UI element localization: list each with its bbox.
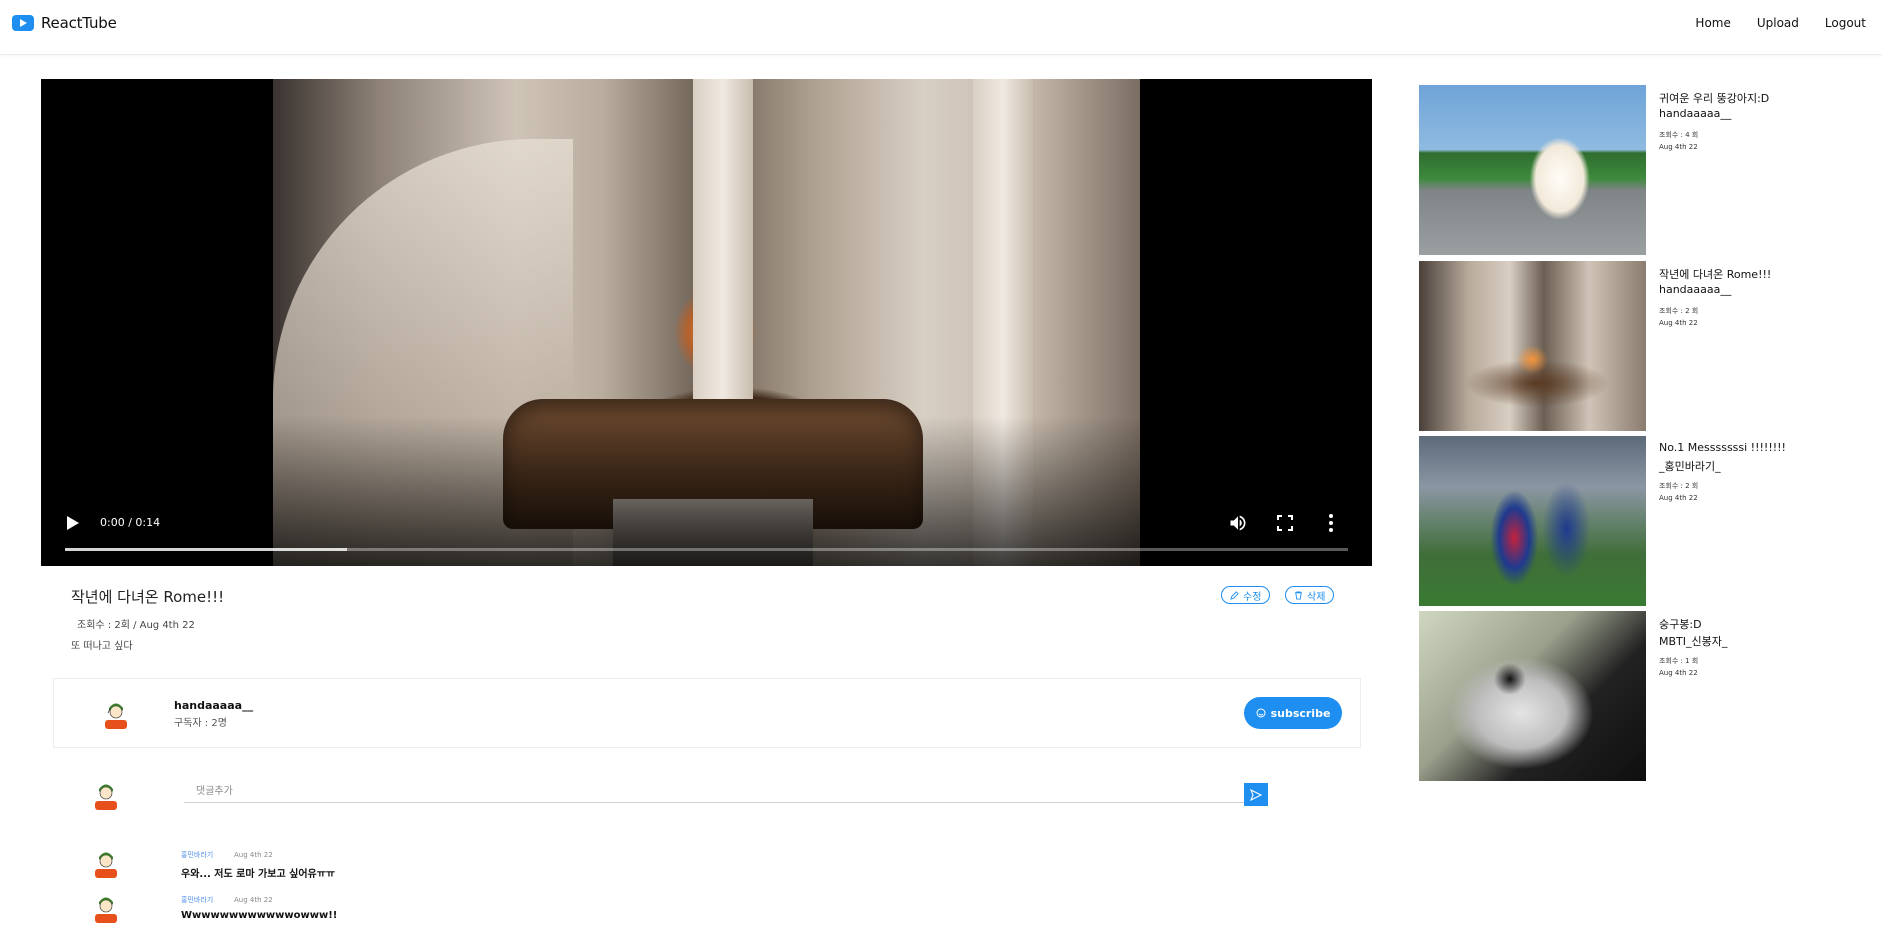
related-video-date: Aug 4th 22 [1659,494,1698,502]
comment-author[interactable]: 홍민바라기 [181,850,213,860]
smile-icon [1256,708,1266,718]
channel-name[interactable]: handaaaaa__ [174,699,253,712]
related-video-title[interactable]: No.1 Messsssssi !!!!!!!! [1659,441,1786,454]
video-thumbnail[interactable] [1419,436,1646,606]
related-video-date: Aug 4th 22 [1659,669,1698,677]
send-comment-button[interactable] [1244,783,1268,806]
subscribe-button[interactable]: subscribe [1244,697,1342,729]
seek-bar[interactable] [65,548,1348,551]
video-description: 또 떠나고 싶다 [71,641,133,652]
related-video-item[interactable]: 숭구봉:D MBTI_신봉자_ 조회수 : 1 회 Aug 4th 22 [1419,611,1882,781]
time-display: 0:00 / 0:14 [100,516,161,529]
comment-date: Aug 4th 22 [234,896,273,904]
app-name: ReactTube [41,14,117,32]
related-video-item[interactable]: 귀여운 우리 뚱강아지:D handaaaaa__ 조회수 : 4 회 Aug … [1419,85,1882,255]
related-video-author: MBTI_신봉자_ [1659,635,1728,648]
related-video-author: _홍민바라기_ [1659,460,1721,473]
related-video-views: 조회수 : 1 회 [1659,657,1699,665]
nav-home-link[interactable]: Home [1695,16,1730,30]
comment-author[interactable]: 홍민바라기 [181,895,213,905]
video-title: 작년에 다녀온 Rome!!! [71,588,225,606]
pencil-icon [1230,590,1239,600]
related-video-author: handaaaaa__ [1659,107,1732,120]
video-thumbnail[interactable] [1419,85,1646,255]
related-video-author: handaaaaa__ [1659,283,1732,296]
channel-card: handaaaaa__ 구독자 : 2명 subscribe [53,678,1361,748]
comment-avatar [95,897,117,923]
volume-icon[interactable] [1228,513,1248,533]
comment-input[interactable] [184,782,1244,803]
app-logo[interactable]: ReactTube [12,14,117,32]
related-video-views: 조회수 : 4 회 [1659,131,1699,139]
controls-gradient [41,416,1372,566]
related-video-title[interactable]: 귀여운 우리 뚱강아지:D [1659,90,1769,106]
comment-date: Aug 4th 22 [234,851,273,859]
video-meta: 조회수 : 2회 / Aug 4th 22 [77,620,195,631]
channel-avatar[interactable] [102,699,130,729]
related-video-views: 조회수 : 2 회 [1659,482,1699,490]
trash-icon [1294,590,1303,600]
seek-bar-buffered [65,548,348,551]
subscriber-count: 구독자 : 2명 [174,718,227,729]
more-options-icon[interactable] [1328,513,1334,533]
nav-upload-link[interactable]: Upload [1757,16,1799,30]
fullscreen-icon[interactable] [1277,515,1293,531]
current-user-avatar [95,784,117,810]
youtube-play-icon [12,15,34,31]
related-video-views: 조회수 : 2 회 [1659,307,1699,315]
related-video-item[interactable]: 작년에 다녀온 Rome!!! handaaaaa__ 조회수 : 2 회 Au… [1419,261,1882,431]
video-player[interactable]: 0:00 / 0:14 [41,79,1372,566]
comment-text: 우와... 저도 로마 가보고 싶어유ㅠㅠ [181,869,336,880]
send-icon [1250,788,1262,801]
comment-avatar [95,852,117,878]
related-video-title[interactable]: 작년에 다녀온 Rome!!! [1659,266,1771,282]
nav-logout-link[interactable]: Logout [1825,16,1866,30]
comment-text: Wwwwwwwwwwwwowww!! [181,910,338,921]
play-icon[interactable] [67,516,79,530]
delete-button[interactable]: 삭제 [1285,586,1335,604]
subscribe-label: subscribe [1270,706,1331,720]
nav-menu: Home Upload Logout [1695,16,1866,30]
related-video-date: Aug 4th 22 [1659,319,1698,327]
video-thumbnail[interactable] [1419,261,1646,431]
delete-button-label: 삭제 [1307,591,1326,603]
top-nav-bar: ReactTube Home Upload Logout [0,0,1882,55]
edit-button-label: 수정 [1243,591,1262,603]
edit-button[interactable]: 수정 [1221,586,1271,604]
related-video-item[interactable]: No.1 Messsssssi !!!!!!!! _홍민바라기_ 조회수 : 2… [1419,436,1882,606]
related-video-date: Aug 4th 22 [1659,143,1698,151]
video-thumbnail[interactable] [1419,611,1646,781]
related-video-title[interactable]: 숭구봉:D [1659,616,1702,632]
